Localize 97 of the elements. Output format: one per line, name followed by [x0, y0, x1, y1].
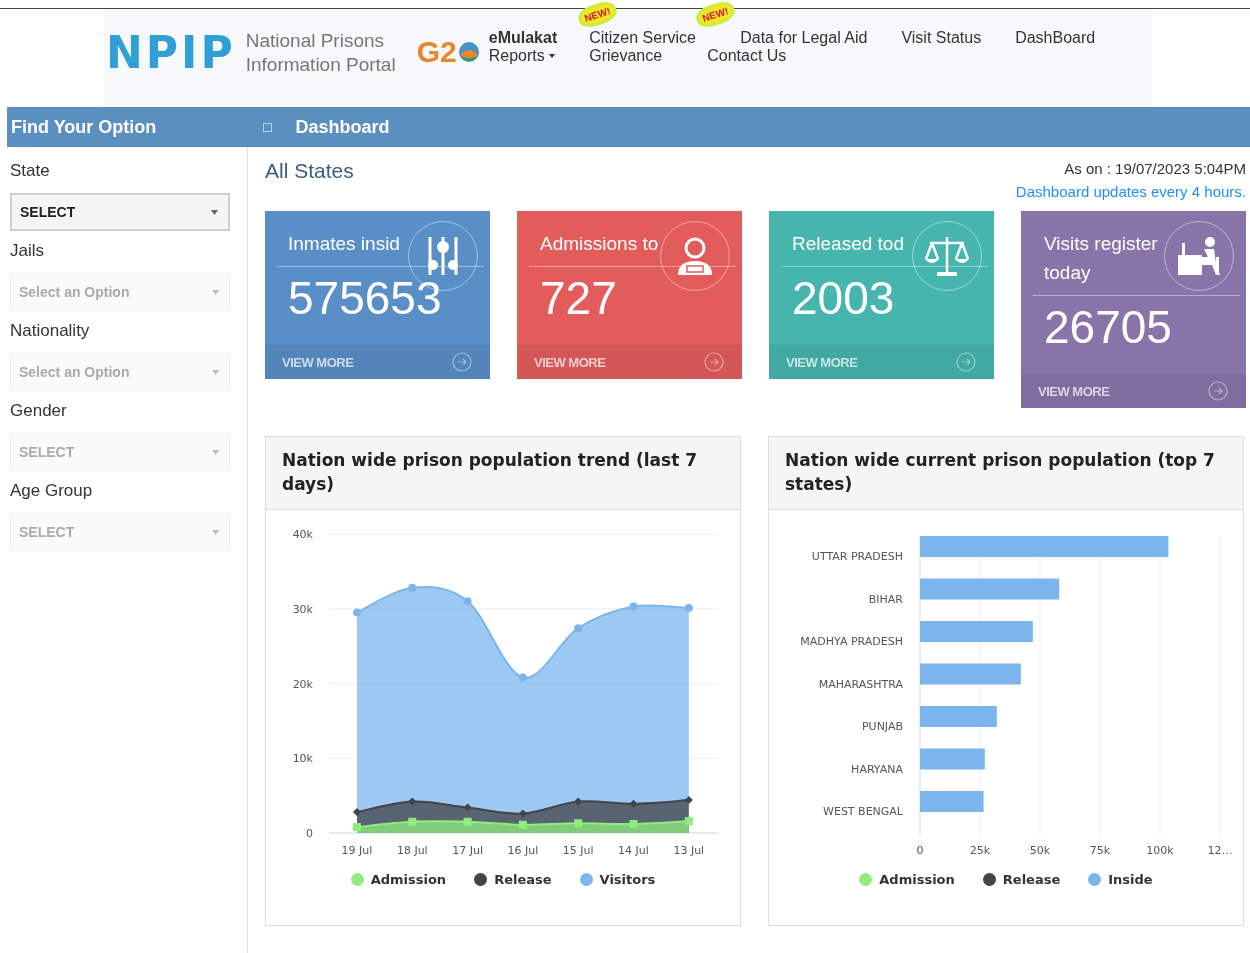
- point: [463, 803, 472, 812]
- legend-label[interactable]: Admission: [879, 872, 955, 887]
- nav-link[interactable]: Visit Status: [901, 29, 982, 47]
- g20-logo: G2: [416, 37, 481, 67]
- axis-tick-label: 15 Jul: [562, 844, 594, 857]
- point: [518, 809, 527, 818]
- nav-link[interactable]: Contact Us: [707, 47, 868, 65]
- category-label: HARYANA: [851, 762, 903, 776]
- new-badge: NEW!: [697, 2, 734, 27]
- category-label: UTTAR PRADESH: [811, 550, 903, 563]
- dropdown-arrow-icon: [212, 369, 219, 375]
- nav-link[interactable]: Citizen Service Grievance: [589, 29, 708, 65]
- dropdown-arrow-icon: [212, 449, 219, 455]
- arrow-circle-icon: [452, 352, 472, 372]
- field-label: State: [10, 160, 51, 182]
- point: [353, 808, 361, 817]
- category-label: PUNJAB: [861, 720, 903, 733]
- axis-tick-label: 75k: [1089, 844, 1111, 857]
- axis-tick-label: 14 Jul: [618, 844, 649, 857]
- dropdown-arrow-icon: [211, 209, 218, 215]
- nav-link[interactable]: Reports: [488, 47, 558, 65]
- axis-tick-label: 25k: [969, 844, 991, 857]
- sidebar-title: Find Your Option: [10, 116, 158, 138]
- point: [408, 797, 417, 806]
- card-value: 575653: [287, 271, 443, 326]
- field-label: Nationality: [10, 320, 91, 342]
- caret-icon: [548, 54, 555, 58]
- point: [353, 608, 361, 617]
- update-note: Dashboard updates every 4 hours.: [1015, 182, 1246, 202]
- legend-label[interactable]: Inside: [1108, 872, 1153, 887]
- legend-label[interactable]: Admission: [370, 872, 447, 887]
- globe-icon: [456, 40, 481, 64]
- field-label: Gender: [10, 400, 68, 422]
- axis-tick-label: 12…: [1207, 844, 1233, 857]
- page-title: Dashboard: [295, 116, 390, 138]
- point: [518, 673, 527, 682]
- axis-tick-label: 13 Jul: [673, 844, 705, 857]
- point: [684, 796, 693, 805]
- chart-title: Nation wide prison population trend (last 7 days): [282, 449, 699, 496]
- arrow-circle-icon: [956, 352, 976, 372]
- field-label: Age Group: [10, 480, 94, 502]
- arrow-circle-icon: [1208, 381, 1228, 401]
- card-value: 727: [539, 271, 618, 326]
- category-label: BIHAR: [868, 592, 903, 606]
- category-label: MADHYA PRADESH: [800, 635, 903, 648]
- portal-name: National Prisons Information Portal: [245, 29, 397, 77]
- select-field: SELECT: [10, 513, 230, 551]
- select-field[interactable]: SELECT: [10, 193, 230, 231]
- point: [353, 823, 361, 832]
- nav-link[interactable]: eMulakat: [488, 29, 558, 47]
- point: [574, 797, 583, 806]
- axis-tick-label: 17 Jul: [452, 844, 483, 857]
- field-label: Jails: [10, 240, 45, 262]
- card-value: 2003: [791, 271, 896, 326]
- axis-tick-label: 40k: [292, 528, 313, 541]
- select-field: Select an Option: [10, 353, 230, 391]
- axis-tick-label: 20k: [292, 677, 313, 691]
- axis-tick-label: 0: [306, 827, 313, 840]
- chart-title: Nation wide current prison population (top 7 states): [785, 449, 1216, 496]
- new-badge: NEW!: [579, 2, 616, 27]
- select-field: SELECT: [10, 433, 230, 471]
- nav-link[interactable]: Data for Legal Aid: [740, 29, 868, 47]
- point: [463, 817, 472, 826]
- axis-tick-label: 19 Jul: [341, 844, 373, 857]
- axis-tick-label: 100k: [1146, 844, 1174, 857]
- dropdown-arrow-icon: [212, 289, 219, 295]
- point: [408, 817, 417, 826]
- axis-tick-label: 0: [916, 844, 924, 857]
- category-label: WEST BENGAL: [823, 805, 903, 818]
- axis-tick-label: 30k: [292, 602, 313, 616]
- axis-tick-label: 10k: [292, 752, 313, 766]
- point: [574, 624, 583, 633]
- point: [684, 604, 693, 612]
- bar: [920, 748, 985, 770]
- legend-label[interactable]: Release: [494, 872, 552, 887]
- category-label: MAHARASHTRA: [818, 677, 903, 691]
- legend-label[interactable]: Visitors: [599, 872, 656, 887]
- point: [684, 817, 693, 826]
- axis-tick-label: 16 Jul: [507, 844, 539, 857]
- axis-tick-label: 18 Jul: [396, 844, 428, 857]
- nav-link[interactable]: DashBoard: [1015, 29, 1096, 47]
- point: [629, 602, 638, 611]
- arrow-circle-icon: [704, 352, 724, 372]
- legend-label[interactable]: Release: [1002, 872, 1061, 887]
- axis-tick-label: 50k: [1029, 844, 1051, 857]
- card-value: 26705: [1043, 300, 1173, 355]
- select-field: Select an Option: [10, 273, 230, 311]
- point: [463, 597, 472, 606]
- timestamp: As on : 19/07/2023 5:04PM: [1063, 159, 1246, 179]
- point: [408, 583, 417, 592]
- point: [518, 820, 527, 829]
- point: [574, 819, 583, 828]
- point: [629, 799, 638, 808]
- section-heading: All States: [265, 159, 354, 184]
- point: [629, 820, 638, 829]
- dropdown-arrow-icon: [212, 529, 219, 535]
- bar: [920, 791, 984, 812]
